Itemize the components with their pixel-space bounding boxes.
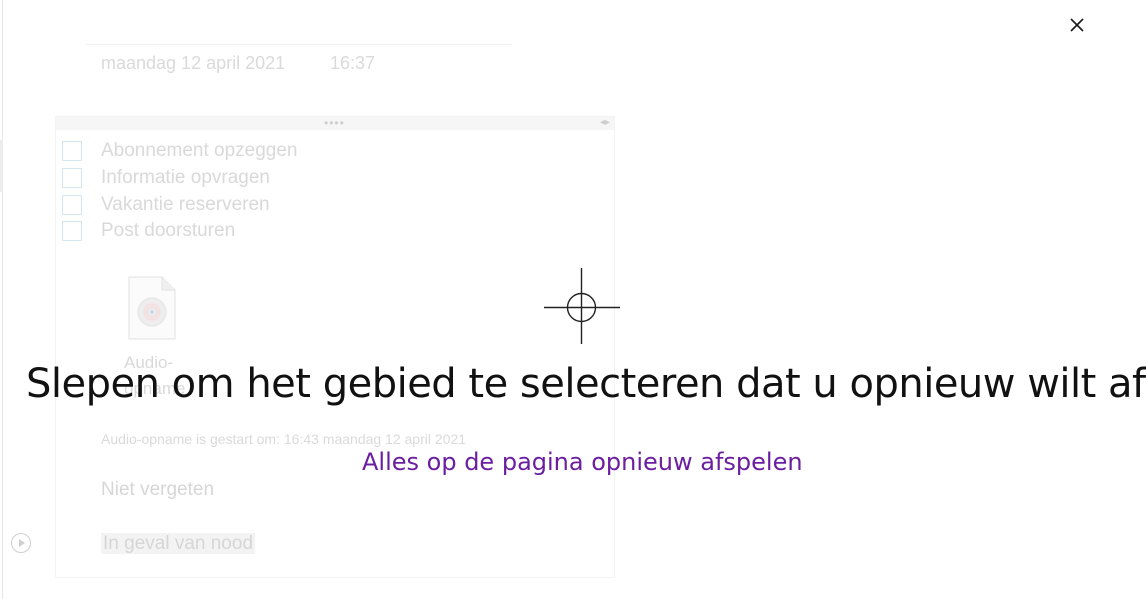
- selection-instruction: Slepen om het gebied te selecteren dat u…: [26, 361, 1146, 407]
- todo-label: Informatie opvragen: [101, 167, 270, 188]
- page-left-tab: [0, 140, 3, 192]
- todo-checkbox: [62, 168, 82, 188]
- audio-recording-info: Audio-opname is gestart om: 16:43 maanda…: [101, 431, 467, 447]
- page-left-border: [2, 0, 3, 599]
- page-date: maandag 12 april 2021: [101, 53, 286, 73]
- play-icon: [10, 532, 32, 554]
- todo-checkbox: [62, 221, 82, 241]
- replay-selection-screen[interactable]: maandag 12 april 2021 16:37 •••• ◂▸ Abon…: [0, 0, 1146, 599]
- resize-arrows-icon: ◂▸: [599, 117, 610, 128]
- todo-label: Post doorsturen: [101, 220, 236, 241]
- note-paragraph: Niet vergeten: [101, 479, 215, 500]
- note-paragraph-highlighted: In geval van nood: [101, 533, 256, 555]
- close-icon: [1070, 18, 1084, 32]
- play-all-link[interactable]: Alles op de pagina opnieuw afspelen: [362, 446, 803, 478]
- todo-checkbox: [62, 141, 82, 161]
- close-button[interactable]: [1064, 12, 1090, 38]
- page-date-time: maandag 12 april 2021 16:37: [86, 44, 512, 73]
- note-container-handle: •••• ◂▸: [56, 117, 614, 130]
- crosshair-icon: [543, 268, 621, 346]
- drag-handle-icon: ••••: [324, 116, 345, 130]
- page-time: 16:37: [330, 53, 376, 73]
- todo-label: Abonnement opzeggen: [101, 140, 298, 161]
- todo-label: Vakantie reserveren: [101, 194, 270, 215]
- todo-checkbox: [62, 195, 82, 215]
- audio-file-icon: [128, 276, 176, 340]
- highlighted-text: In geval van nood: [101, 533, 256, 554]
